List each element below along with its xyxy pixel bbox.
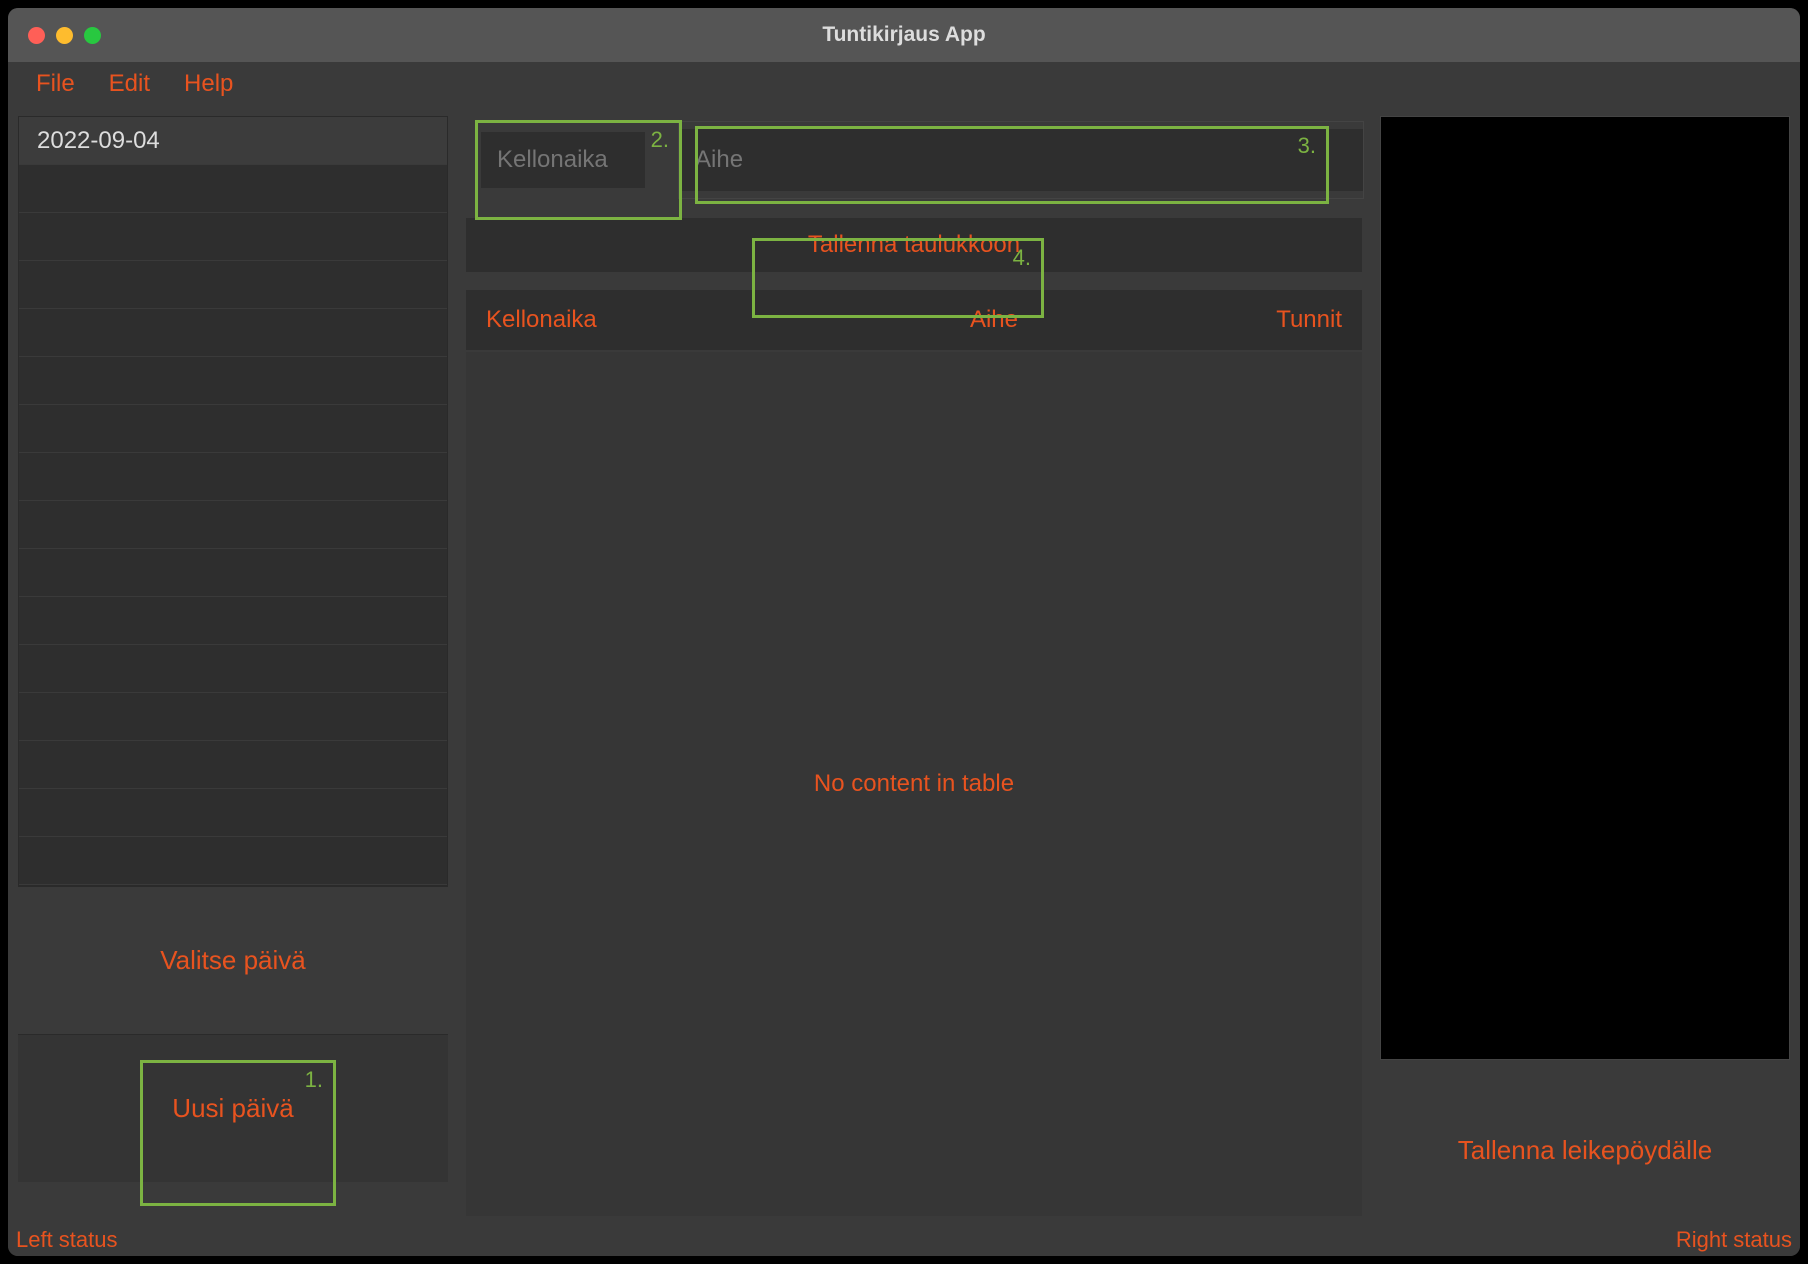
day-row[interactable] xyxy=(19,693,447,741)
select-day-label: Valitse päivä xyxy=(160,945,306,976)
time-input-wrap xyxy=(464,121,662,199)
titlebar: Tuntikirjaus App xyxy=(8,8,1800,62)
center-panel: Tallenna taulukkoon Kellonaika Aihe Tunn… xyxy=(464,116,1364,1224)
right-panel: Tallenna leikepöydälle xyxy=(1380,116,1790,1224)
sidebar: 2022-09-04 Valitse päivä xyxy=(18,116,448,1224)
day-row[interactable] xyxy=(19,261,447,309)
preview-area[interactable] xyxy=(1380,116,1790,1060)
input-row xyxy=(464,120,1364,200)
menubar: File Edit Help xyxy=(8,62,1800,106)
window-controls xyxy=(8,27,101,44)
table-header: Kellonaika Aihe Tunnit xyxy=(466,290,1362,352)
menu-edit[interactable]: Edit xyxy=(109,70,150,98)
table-body: No content in table xyxy=(466,352,1362,1216)
day-row[interactable] xyxy=(19,741,447,789)
new-day-button[interactable]: Uusi päivä xyxy=(18,1034,448,1182)
day-row[interactable] xyxy=(19,405,447,453)
save-to-table-button[interactable]: Tallenna taulukkoon xyxy=(466,218,1362,272)
day-row[interactable] xyxy=(19,645,447,693)
statusbar: Left status Right status xyxy=(8,1224,1800,1256)
window-title: Tuntikirjaus App xyxy=(822,23,985,47)
app-window: Tuntikirjaus App File Edit Help 2022-09-… xyxy=(8,8,1800,1256)
day-row[interactable] xyxy=(19,213,447,261)
day-row[interactable] xyxy=(19,165,447,213)
day-list[interactable]: 2022-09-04 xyxy=(18,116,448,886)
minimize-window-button[interactable] xyxy=(56,27,73,44)
status-right: Right status xyxy=(1676,1227,1792,1253)
select-day-button[interactable]: Valitse päivä xyxy=(18,886,448,1034)
fullscreen-window-button[interactable] xyxy=(84,27,101,44)
day-row[interactable] xyxy=(19,501,447,549)
new-day-label: Uusi päivä xyxy=(172,1093,293,1124)
day-row[interactable] xyxy=(19,597,447,645)
subject-input[interactable] xyxy=(679,129,1363,191)
entries-table: Kellonaika Aihe Tunnit No content in tab… xyxy=(466,290,1362,1216)
menu-help[interactable]: Help xyxy=(184,70,233,98)
content: 2022-09-04 Valitse päivä xyxy=(8,106,1800,1224)
day-row[interactable] xyxy=(19,549,447,597)
day-row[interactable] xyxy=(19,309,447,357)
th-hours[interactable]: Tunnit xyxy=(1202,306,1362,334)
status-left: Left status xyxy=(16,1227,118,1253)
day-row[interactable] xyxy=(19,789,447,837)
day-row[interactable]: 2022-09-04 xyxy=(19,117,447,165)
th-subject[interactable]: Aihe xyxy=(786,306,1202,334)
close-window-button[interactable] xyxy=(28,27,45,44)
table-empty-message: No content in table xyxy=(814,770,1014,798)
day-row[interactable] xyxy=(19,837,447,885)
menu-file[interactable]: File xyxy=(36,70,75,98)
day-row[interactable] xyxy=(19,357,447,405)
save-to-table-label: Tallenna taulukkoon xyxy=(808,231,1020,259)
th-time[interactable]: Kellonaika xyxy=(466,306,786,334)
clipboard-label: Tallenna leikepöydälle xyxy=(1458,1135,1712,1166)
subject-input-wrap xyxy=(678,121,1364,199)
time-input[interactable] xyxy=(481,132,645,188)
day-row[interactable] xyxy=(19,453,447,501)
save-to-clipboard-button[interactable]: Tallenna leikepöydälle xyxy=(1380,1076,1790,1224)
